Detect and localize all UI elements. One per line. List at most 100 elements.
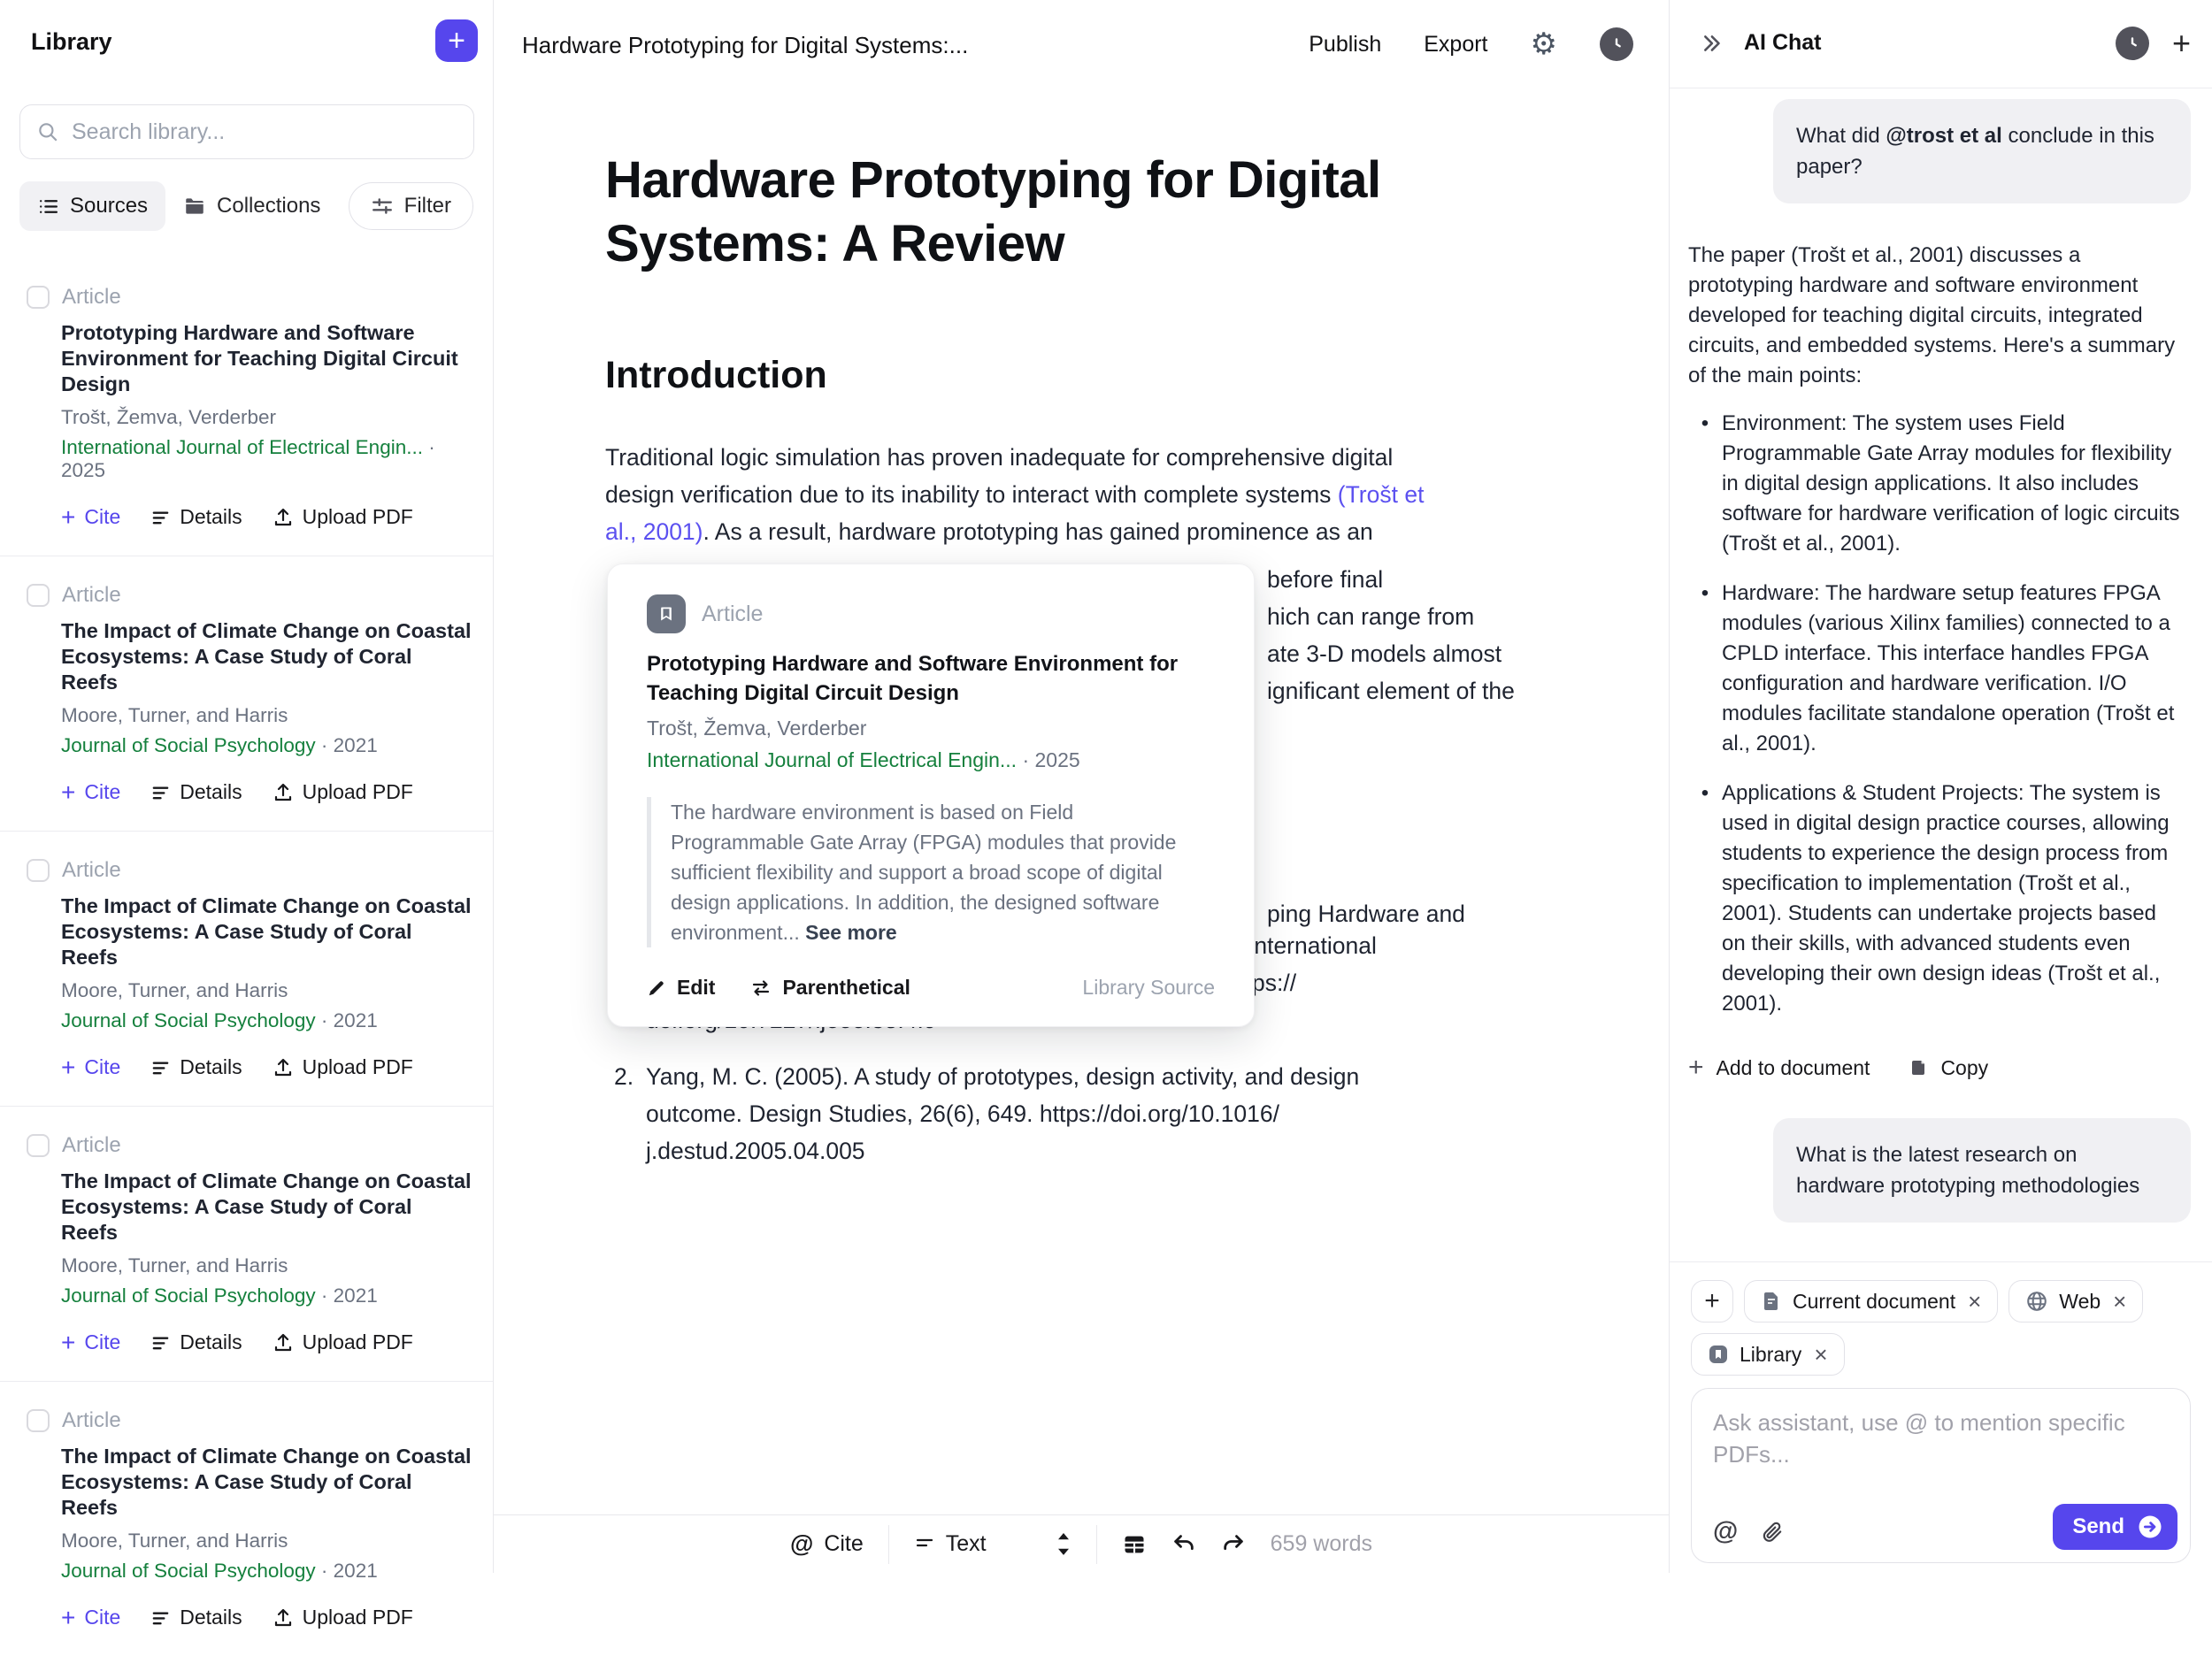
citation-title[interactable]: Prototyping Hardware and Software Enviro… [647,649,1215,708]
source-title[interactable]: The Impact of Climate Change on Coastal … [61,618,472,695]
details-button[interactable]: Details [150,1055,242,1079]
upload-pdf-label: Upload PDF [303,780,413,804]
chevron-up-down-icon[interactable] [1056,1533,1071,1556]
upload-icon [273,1332,294,1353]
tab-collections-label: Collections [217,194,320,218]
tab-collections[interactable]: Collections [165,181,338,231]
cite-button[interactable]: + Cite [61,1055,120,1079]
source-title[interactable]: The Impact of Climate Change on Coastal … [61,1444,472,1521]
publish-button[interactable]: Publish [1309,32,1381,58]
close-icon[interactable]: × [1814,1341,1827,1368]
add-to-document-button[interactable]: + Add to document [1688,1054,1870,1081]
parenthetical-toggle-button[interactable]: Parenthetical [750,976,910,1000]
upload-pdf-button[interactable]: Upload PDF [273,1330,413,1354]
edit-citation-button[interactable]: Edit [647,976,715,1000]
source-authors: Moore, Turner, and Harris [61,979,472,1002]
upload-pdf-button[interactable]: Upload PDF [273,1606,413,1629]
citation-journal[interactable]: International Journal of Electrical Engi… [647,748,1017,771]
copy-label: Copy [1940,1056,1988,1080]
source-checkbox[interactable] [27,1134,50,1157]
source-card[interactable]: Article The Impact of Climate Change on … [0,831,493,1106]
source-journal-row: International Journal of Electrical Engi… [61,436,472,482]
search-input[interactable] [72,119,457,145]
cite-button[interactable]: + Cite [61,505,120,529]
source-type-row: Article [27,858,472,883]
copy-icon [1907,1057,1928,1078]
source-card[interactable]: Article The Impact of Climate Change on … [0,556,493,831]
new-chat-button[interactable]: + [2172,27,2191,59]
upload-pdf-button[interactable]: Upload PDF [273,780,413,804]
chip-library[interactable]: Library × [1691,1333,1845,1376]
source-title[interactable]: The Impact of Climate Change on Coastal … [61,893,472,970]
cite-button[interactable]: + Cite [61,780,120,804]
toolbar-cite-button[interactable]: @ Cite [790,1530,864,1558]
chip-current-document[interactable]: Current document × [1744,1280,1998,1322]
details-button[interactable]: Details [150,1606,242,1629]
details-label: Details [180,505,242,529]
source-type-row: Article [27,1133,472,1158]
source-journal[interactable]: Journal of Social Psychology [61,1560,316,1582]
citation-abstract: The hardware environment is based on Fie… [647,797,1195,947]
source-journal[interactable]: International Journal of Electrical Engi… [61,436,423,458]
add-source-button[interactable]: + [435,19,478,62]
close-icon[interactable]: × [2113,1288,2126,1315]
editor-toolbar: @ Cite Text [494,1514,1669,1573]
source-checkbox[interactable] [27,859,50,882]
table-icon[interactable] [1122,1532,1147,1557]
chat-input-box[interactable]: @ Send [1691,1388,2191,1563]
chat-messages[interactable]: What did @trost et al conclude in this p… [1670,88,2212,1261]
see-more-link[interactable]: See more [805,921,897,944]
source-type-row: Article [27,285,472,310]
settings-gear-icon[interactable]: ⚙ [1531,29,1557,59]
source-journal[interactable]: Journal of Social Psychology [61,1009,316,1031]
upload-icon [273,1607,294,1629]
source-card[interactable]: Article Prototyping Hardware and Softwar… [0,258,493,556]
close-icon[interactable]: × [1968,1288,1981,1315]
chat-input[interactable] [1713,1407,2169,1495]
source-type-label: Article [62,1133,121,1158]
source-checkbox[interactable] [27,1409,50,1432]
details-button[interactable]: Details [150,780,242,804]
cite-button[interactable]: + Cite [61,1606,120,1629]
upload-pdf-button[interactable]: Upload PDF [273,505,413,529]
library-search[interactable] [19,104,474,159]
collapse-chevrons-icon[interactable] [1701,32,1724,55]
history-clock-icon[interactable] [1600,27,1633,61]
inline-citation-link[interactable]: al., 2001) [605,518,703,545]
text-style-selector[interactable]: Text [914,1531,1071,1557]
add-context-chip[interactable]: + [1691,1280,1733,1322]
bullet-dot: • [1688,778,1722,1019]
document-body[interactable]: Hardware Prototyping for Digital Systems… [494,88,1669,1514]
ai-bullet-item: • Hardware: The hardware setup features … [1688,579,2182,759]
source-journal[interactable]: Journal of Social Psychology [61,734,316,756]
chip-current-document-label: Current document [1793,1290,1955,1314]
filter-button[interactable]: Filter [349,182,473,230]
undo-icon[interactable] [1171,1532,1196,1557]
citation-authors: Trošt, Žemva, Verderber [647,717,1215,740]
redo-icon[interactable] [1221,1532,1246,1557]
paperclip-icon[interactable] [1761,1521,1784,1544]
mention-at-icon[interactable]: @ [1713,1517,1738,1546]
source-actions: + Cite Details [61,1606,472,1629]
source-title[interactable]: Prototyping Hardware and Software Enviro… [61,320,472,397]
source-card[interactable]: Article The Impact of Climate Change on … [0,1106,493,1381]
chip-web[interactable]: Web × [2008,1280,2143,1322]
export-button[interactable]: Export [1424,32,1487,58]
text-lines-icon [914,1534,935,1555]
source-checkbox[interactable] [27,286,50,309]
source-checkbox[interactable] [27,584,50,607]
chat-history-icon[interactable] [2116,27,2149,60]
source-year: · 2021 [321,1284,378,1307]
copy-button[interactable]: Copy [1907,1056,1988,1080]
details-button[interactable]: Details [150,505,242,529]
details-button[interactable]: Details [150,1330,242,1354]
source-card[interactable]: Article The Impact of Climate Change on … [0,1381,493,1656]
source-authors: Moore, Turner, and Harris [61,704,472,727]
inline-citation-link[interactable]: (Trošt et [1338,481,1425,508]
source-journal[interactable]: Journal of Social Psychology [61,1284,316,1307]
cite-button[interactable]: + Cite [61,1330,120,1354]
tab-sources[interactable]: Sources [19,181,165,231]
send-button[interactable]: Send [2053,1504,2177,1550]
source-title[interactable]: The Impact of Climate Change on Coastal … [61,1169,472,1246]
upload-pdf-button[interactable]: Upload PDF [273,1055,413,1079]
